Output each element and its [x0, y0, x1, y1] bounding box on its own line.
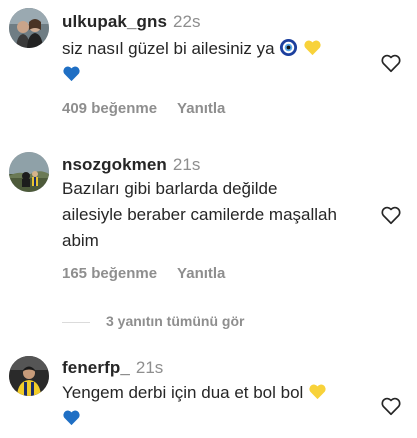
comment-text-line: Bazıları gibi barlarda değilde — [62, 179, 278, 198]
heart-outline-icon[interactable] — [380, 52, 402, 74]
comment-text: Bazıları gibi barlarda değilde ailesiyle… — [62, 176, 362, 254]
comment-header: ulkupak_gns 22s — [62, 12, 200, 32]
comment-header: fenerfp_ 21s — [62, 358, 163, 378]
timestamp[interactable]: 21s — [173, 155, 200, 174]
likes-count[interactable]: 165 beğenme — [62, 265, 157, 282]
comment-text-content: Yengem derbi için dua et bol bol — [62, 383, 304, 402]
reply-button[interactable]: Yanıtla — [177, 100, 225, 117]
comment-text: siz nasıl güzel bi ailesiniz ya — [62, 36, 362, 88]
divider-line — [62, 321, 90, 323]
comment-text-line: abim — [62, 231, 99, 250]
timestamp[interactable]: 21s — [136, 358, 163, 377]
comment-actions: 165 beğenme Yanıtla — [62, 265, 225, 282]
blue-heart-emoji — [63, 66, 80, 82]
avatar[interactable] — [9, 8, 49, 48]
heart-outline-icon[interactable] — [380, 395, 402, 417]
comment-header: nsozgokmen 21s — [62, 155, 200, 175]
nazar-amulet-emoji — [280, 38, 298, 57]
likes-count[interactable]: 409 beğenme — [62, 100, 157, 117]
yellow-heart-emoji — [309, 384, 326, 400]
comment-text-line: ailesiyle beraber camilerde maşallah — [62, 205, 337, 224]
comment-text: Yengem derbi için dua et bol bol — [62, 380, 362, 432]
reply-button[interactable]: Yanıtla — [177, 265, 225, 282]
view-replies-button[interactable]: 3 yanıtın tümünü gör — [62, 313, 244, 329]
yellow-heart-emoji — [304, 40, 321, 56]
comment-actions: 409 beğenme Yanıtla — [62, 100, 225, 117]
heart-outline-icon[interactable] — [380, 204, 402, 226]
username[interactable]: nsozgokmen — [62, 155, 167, 174]
comment-text-content: siz nasıl güzel bi ailesiniz ya — [62, 39, 275, 58]
avatar[interactable] — [9, 356, 49, 396]
view-replies-label: 3 yanıtın tümünü gör — [106, 313, 245, 329]
username[interactable]: fenerfp_ — [62, 358, 130, 377]
blue-heart-emoji — [63, 410, 80, 426]
avatar[interactable] — [9, 152, 49, 192]
timestamp[interactable]: 22s — [173, 12, 200, 31]
username[interactable]: ulkupak_gns — [62, 12, 167, 31]
